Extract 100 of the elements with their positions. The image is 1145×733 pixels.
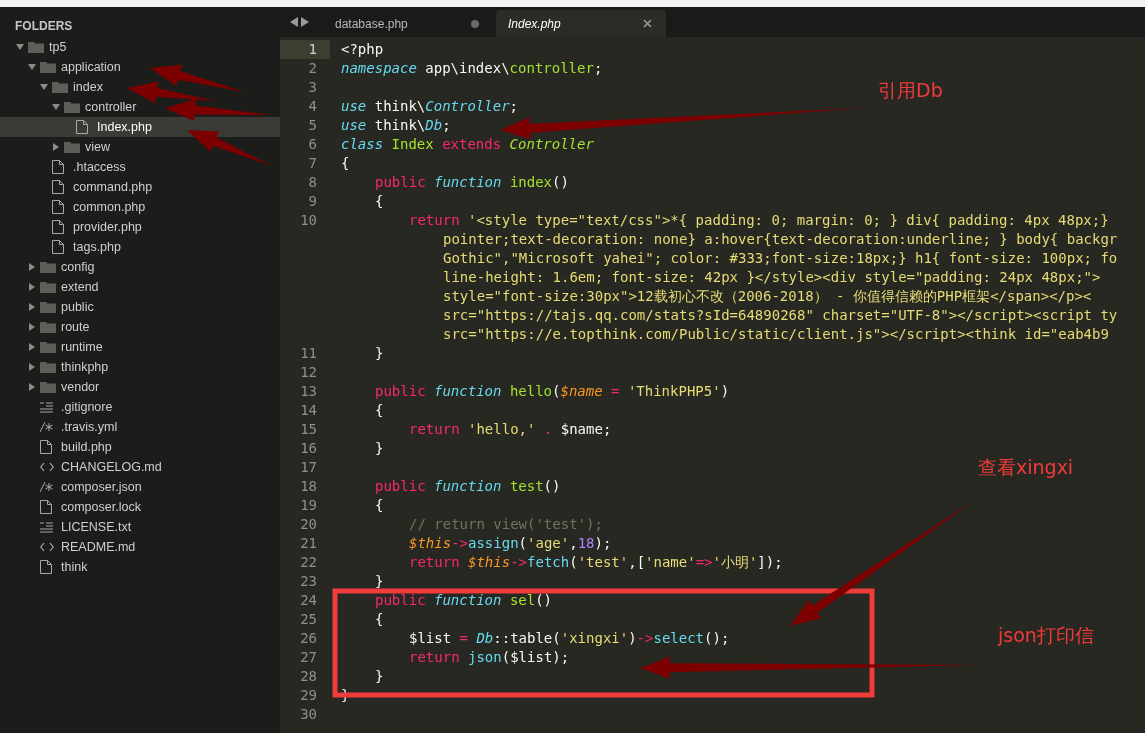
tree-item[interactable]: controller [0,97,280,117]
sidebar-header: FOLDERS [14,18,74,35]
tree-item[interactable]: route [0,317,280,337]
code-line: use think\Controller; [340,97,519,116]
folder-icon [40,321,56,333]
tree-item[interactable]: public [0,297,280,317]
line-number: 24 [299,591,318,610]
tree-item[interactable]: tags.php [0,237,280,257]
collapsed-triangle-icon[interactable] [28,303,36,311]
line-number: 2 [307,59,318,78]
tree-item[interactable]: config [0,257,280,277]
tree-item[interactable]: view [0,137,280,157]
folder-icon [40,281,56,293]
line-number: 27 [299,648,318,667]
slash-star-icon [40,422,53,432]
code-line: { [374,610,384,629]
tree-item[interactable]: composer.json [0,477,280,497]
code-line: return json($list); [408,648,570,667]
collapsed-triangle-icon[interactable] [52,143,60,151]
expanded-triangle-icon[interactable] [52,103,60,111]
line-number: 15 [299,420,318,439]
expanded-triangle-icon[interactable] [28,63,36,71]
tree-item[interactable]: runtime [0,337,280,357]
annotation-label: json打印信 [998,623,1094,648]
code-line: { [374,192,384,211]
line-number: 28 [299,667,318,686]
file-icon [40,500,52,514]
tree-item[interactable]: composer.lock [0,497,280,517]
tree-item[interactable]: command.php [0,177,280,197]
code-line: <?php [340,40,384,59]
line-number: 4 [307,97,318,116]
collapsed-triangle-icon[interactable] [28,263,36,271]
file-icon [52,200,64,214]
line-number: 16 [299,439,318,458]
tree-item[interactable]: .htaccess [0,157,280,177]
line-number: 25 [299,610,318,629]
editor-tab[interactable]: Index.php [496,10,666,37]
line-number: 19 [299,496,318,515]
text-lines-icon [40,521,53,533]
tree-item[interactable]: .travis.yml [0,417,280,437]
tree-item[interactable]: extend [0,277,280,297]
line-number: 11 [299,344,318,363]
code-line: // return view('test'); [408,515,603,534]
code-line: line-height: 1.6em; font-size: 42px }</style><div style="padding: 24px 48px;"> [442,268,1101,287]
code-line: $list = Db::table('xingxi')->select(); [408,629,730,648]
collapsed-triangle-icon[interactable] [28,363,36,371]
collapsed-triangle-icon[interactable] [28,383,36,391]
line-number: 10 [299,211,318,230]
close-icon[interactable] [643,19,652,28]
line-number: 14 [299,401,318,420]
line-number: 8 [307,173,318,192]
tree-item[interactable]: provider.php [0,217,280,237]
folder-icon [40,361,56,373]
code-line: src="https://e.topthink.com/Public/static/client.js"></script><think id="eab4b9 [442,325,1109,344]
folder-icon [64,101,80,113]
tree-item[interactable]: LICENSE.txt [0,517,280,537]
tree-item[interactable]: README.md [0,537,280,557]
code-line: src="https://tajs.qq.com/stats?sId=64890268" charset="UTF-8"></script><script ty [442,306,1118,325]
tree-item[interactable]: build.php [0,437,280,457]
tree-item[interactable]: think [0,557,280,577]
text-lines-icon [40,401,53,413]
tree-item[interactable]: common.php [0,197,280,217]
tree-item[interactable]: application [0,57,280,77]
code-line: public function hello($name = 'ThinkPHP5') [374,382,730,401]
tree-item[interactable]: CHANGELOG.md [0,457,280,477]
tree-item[interactable]: index [0,77,280,97]
line-number: 9 [307,192,318,211]
angle-brackets-icon [40,542,54,552]
line-number: 5 [307,116,318,135]
folder-icon [40,341,56,353]
folder-icon [64,141,80,153]
code-line: namespace app\index\controller; [340,59,603,78]
folder-icon [40,261,56,273]
expanded-triangle-icon[interactable] [40,83,48,91]
line-number: 23 [299,572,318,591]
line-number: 1 [280,40,330,59]
line-number: 3 [307,78,318,97]
code-line: public function index() [374,173,569,192]
code-line: public function test() [374,477,561,496]
code-line: use think\Db; [340,116,451,135]
expanded-triangle-icon[interactable] [16,43,24,51]
tree-item[interactable]: Index.php [0,117,280,137]
tree-item[interactable]: vendor [0,377,280,397]
line-number: 20 [299,515,318,534]
forward-arrow-icon[interactable] [301,17,309,27]
collapsed-triangle-icon[interactable] [28,323,36,331]
tree-item[interactable]: thinkphp [0,357,280,377]
file-icon [52,180,64,194]
file-icon [52,160,64,174]
folder-icon [40,301,56,313]
line-number: 7 [307,154,318,173]
code-line: { [374,496,384,515]
tree-item[interactable]: tp5 [0,37,280,57]
code-line: $this->assign('age',18); [408,534,612,553]
collapsed-triangle-icon[interactable] [28,343,36,351]
back-arrow-icon[interactable] [290,17,298,27]
tree-item[interactable]: .gitignore [0,397,280,417]
collapsed-triangle-icon[interactable] [28,283,36,291]
folder-icon [40,61,56,73]
angle-brackets-icon [40,462,54,472]
